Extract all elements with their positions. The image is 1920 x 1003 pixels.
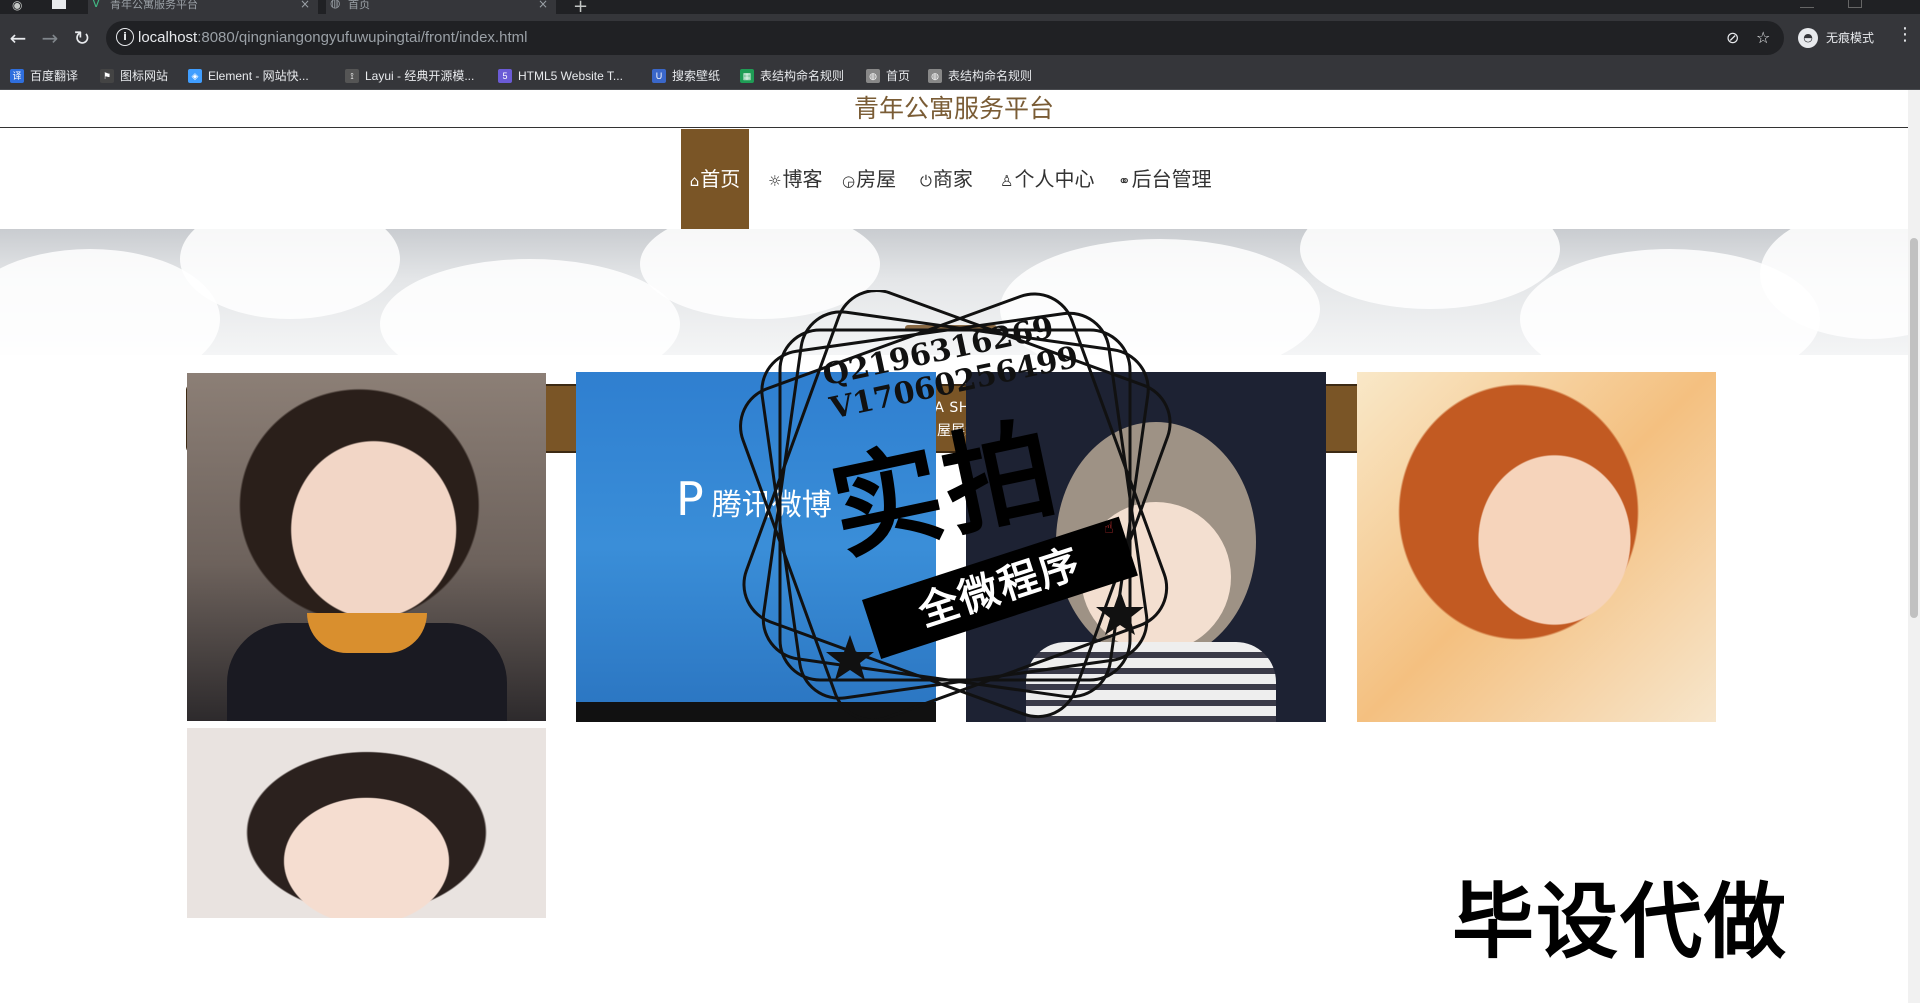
hand-cursor-icon: ☝ [1104,518,1114,537]
bookmark-item[interactable]: U 搜索壁纸 [652,67,720,85]
bookmark-item[interactable]: 译百度翻译 [10,67,78,85]
nav-label: 后台管理 [1131,167,1212,191]
photo-detail [576,702,936,722]
house-photo-1[interactable] [187,373,546,721]
tab-platform[interactable]: V 青年公寓服务平台 × [88,0,318,14]
house-photo-4[interactable] [1357,372,1716,722]
sheet-icon: ▦ [740,69,754,83]
bookmark-item[interactable]: 5 HTML5 Website T... [498,67,623,85]
bookmark-label: 百度翻译 [30,69,79,83]
url-host: localhost [138,29,198,46]
info-icon[interactable]: i [116,28,134,46]
bookmark-label: 搜索壁纸 [672,69,721,83]
tab-home[interactable]: ◍ 首页 × [326,0,556,14]
close-icon[interactable]: × [538,0,548,10]
flag-icon: ⚑ [100,69,114,83]
layui-icon: ⟟ [345,69,359,83]
back-icon[interactable]: ← [4,24,32,52]
incognito-badge[interactable]: ◓ 无痕模式 [1794,25,1904,51]
bookmark-item[interactable]: ▦ 表结构命名规则 [740,67,844,85]
globe-icon: ◍ [928,69,942,83]
bookmark-label: 表结构命名规则 [948,69,1033,83]
element-icon: ◈ [188,69,202,83]
bookmark-item[interactable]: ◍ 首页 [866,67,910,85]
incognito-label: 无痕模式 [1826,31,1875,45]
nav-item[interactable]: ♙个人中心 [1000,129,1100,229]
incognito-icon: ◓ [1798,28,1818,48]
user-icon: ♙ [1000,172,1014,190]
house-photo-5[interactable] [187,728,546,918]
nav-label: 博客 [782,167,823,191]
bookmarks-bar: 译百度翻译 ⚑ 图标网站 ◈ Element - 网站快... ⟟ Layui - 经典开源… [0,62,1920,90]
bookmark-label: HTML5 Website T... [518,69,623,83]
tab-title: 青年公寓服务平台 [110,0,198,11]
translate-icon: 译 [10,69,24,83]
globe-icon: ◍ [866,69,880,83]
reload-icon[interactable]: ↻ [68,24,96,52]
url-path: :8080/qingniangongyufuwupingtai/front/in… [197,29,528,46]
sun-icon: ☼ [768,172,782,190]
wallpaper-icon: U [652,69,666,83]
bookmark-label: Element - 网站快... [208,69,309,83]
bookmark-label: Layui - 经典开源模... [365,69,475,83]
home-icon: ⌂ [689,172,700,190]
photo-detail [1026,642,1276,722]
bookmark-item[interactable]: ◈ Element - 网站快... [188,67,309,85]
tab-title: 首页 [348,0,370,11]
link-icon: ⚭ [1118,172,1131,190]
url-text[interactable]: localhost:8080/qingniangongyufuwupingtai… [138,29,527,46]
browser-toolbar: ← → ↻ i localhost:8080/qingniangongyufuw… [0,14,1920,62]
globe-icon: ◍ [330,0,341,10]
browser-tabstrip: ◉ V 青年公寓服务平台 × ◍ 首页 × + [0,0,1920,17]
site-title: 青年公寓服务平台 [0,90,1908,128]
nav-label: 个人中心 [1014,167,1095,191]
nav-item[interactable]: ◶房屋 [842,129,908,229]
bookmark-label: 图标网站 [120,69,169,83]
star-icon[interactable]: ☆ [1756,28,1770,47]
menu-icon[interactable]: ⋮ [1896,24,1914,45]
watermark-corner: 毕设代做 [1450,874,1789,972]
nav-item[interactable]: ☼博客 [768,129,828,229]
forward-icon[interactable]: → [36,24,64,52]
nav-label: 首页 [700,167,741,191]
eye-off-icon[interactable]: ⊘ [1726,28,1739,47]
bookmark-item[interactable]: ⚑ 图标网站 [100,67,168,85]
nav-item[interactable]: ⏻商家 [920,129,986,229]
nav-item[interactable]: ⌂首页 [681,129,749,229]
scroll-thumb[interactable] [1910,238,1918,618]
html5-icon: 5 [498,69,512,83]
minimize-icon[interactable] [1800,0,1814,8]
power-icon: ⏻ [920,172,932,190]
nav-label: 房屋 [856,167,897,191]
maximize-icon[interactable] [1848,0,1862,8]
bookmark-item[interactable]: ◍ 表结构命名规则 [928,67,1032,85]
vue-icon: V [92,0,101,10]
main-nav: ⌂首页 ☼博客 ◶房屋 ⏻商家 ♙个人中心 ⚭后台管理 [0,129,1908,229]
bookmark-label: 首页 [886,69,911,83]
address-bar[interactable]: i localhost:8080/qingniangongyufuwupingt… [106,21,1784,55]
close-icon[interactable]: × [300,0,310,10]
bookmark-label: 表结构命名规则 [760,69,845,83]
nav-label: 商家 [932,167,973,191]
page-scrollbar[interactable] [1908,90,1920,1003]
bookmark-item[interactable]: ⟟ Layui - 经典开源模... [345,67,474,85]
gauge-icon: ◶ [842,172,856,190]
chrome-icon: ◉ [12,0,23,12]
nav-item[interactable]: ⚭后台管理 [1118,129,1218,229]
weibo-logo: P 腾讯微博 [676,472,832,526]
window-icon [52,0,66,9]
